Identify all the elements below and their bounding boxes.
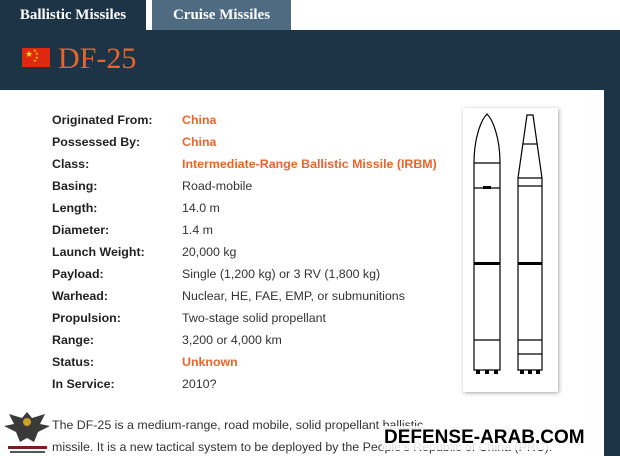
watermark-text: DEFENSE-ARAB.COM	[382, 426, 587, 450]
missile-header: ★ ★ ★ ★ ★ DF-25	[0, 30, 620, 90]
spec-label: Range:	[52, 333, 94, 347]
missile-diagram	[463, 108, 558, 392]
spec-label: Payload:	[52, 267, 104, 281]
spec-row: In Service: 2010?	[52, 373, 432, 395]
spec-value: China	[182, 113, 217, 127]
spec-label: Status:	[52, 355, 94, 369]
tab-ballistic-missiles[interactable]: Ballistic Missiles	[0, 0, 146, 30]
spec-value: Intermediate-Range Ballistic Missile (IR…	[182, 157, 437, 171]
spec-label: Class:	[52, 157, 90, 171]
spec-row: Basing: Road-mobile	[52, 175, 432, 197]
spec-row: Warhead: Nuclear, HE, FAE, EMP, or submun…	[52, 285, 432, 307]
spec-label: Length:	[52, 201, 98, 215]
page-title: DF-25	[58, 42, 137, 75]
panel-border	[612, 90, 620, 456]
spec-row: Originated From: China	[52, 109, 432, 131]
spec-row: Possessed By: China	[52, 131, 432, 153]
spec-label: Basing:	[52, 179, 98, 193]
spec-value: 1.4 m	[182, 223, 213, 237]
spec-label: In Service:	[52, 377, 115, 391]
spec-row: Diameter: 1.4 m	[52, 219, 432, 241]
spec-row: Class: Intermediate-Range Ballistic Missi…	[52, 153, 437, 175]
china-flag-icon: ★ ★ ★ ★ ★	[22, 48, 50, 67]
spec-label: Propulsion:	[52, 311, 121, 325]
spec-row: Range: 3,200 or 4,000 km	[52, 329, 432, 351]
spec-row: Payload: Single (1,200 kg) or 3 RV (1,800…	[52, 263, 432, 285]
spec-label: Diameter:	[52, 223, 110, 237]
spec-value: 14.0 m	[182, 201, 220, 215]
spec-value: Road-mobile	[182, 179, 253, 193]
tab-bar: Ballistic Missiles Cruise Missiles	[0, 0, 620, 30]
spec-value: China	[182, 135, 217, 149]
eagle-logo-icon	[4, 412, 50, 453]
spec-value: Nuclear, HE, FAE, EMP, or submunitions	[182, 289, 405, 303]
spec-value: Two-stage solid propellant	[182, 311, 326, 325]
spec-value: 3,200 or 4,000 km	[182, 333, 282, 347]
spec-label: Originated From:	[52, 113, 153, 127]
spec-value: Single (1,200 kg) or 3 RV (1,800 kg)	[182, 267, 381, 281]
tab-cruise-missiles[interactable]: Cruise Missiles	[152, 0, 291, 30]
spec-row: Length: 14.0 m	[52, 197, 432, 219]
missile-drawing-icon	[473, 113, 543, 374]
spec-row: Propulsion: Two-stage solid propellant	[52, 307, 432, 329]
spec-row: Status: Unknown	[52, 351, 432, 373]
spec-label: Warhead:	[52, 289, 108, 303]
spec-value: Unknown	[182, 355, 238, 369]
spec-value: 20,000 kg	[182, 245, 237, 259]
spec-label: Launch Weight:	[52, 245, 145, 259]
spec-value: 2010?	[182, 377, 217, 391]
spec-row: Launch Weight: 20,000 kg	[52, 241, 432, 263]
spec-label: Possessed By:	[52, 135, 141, 149]
